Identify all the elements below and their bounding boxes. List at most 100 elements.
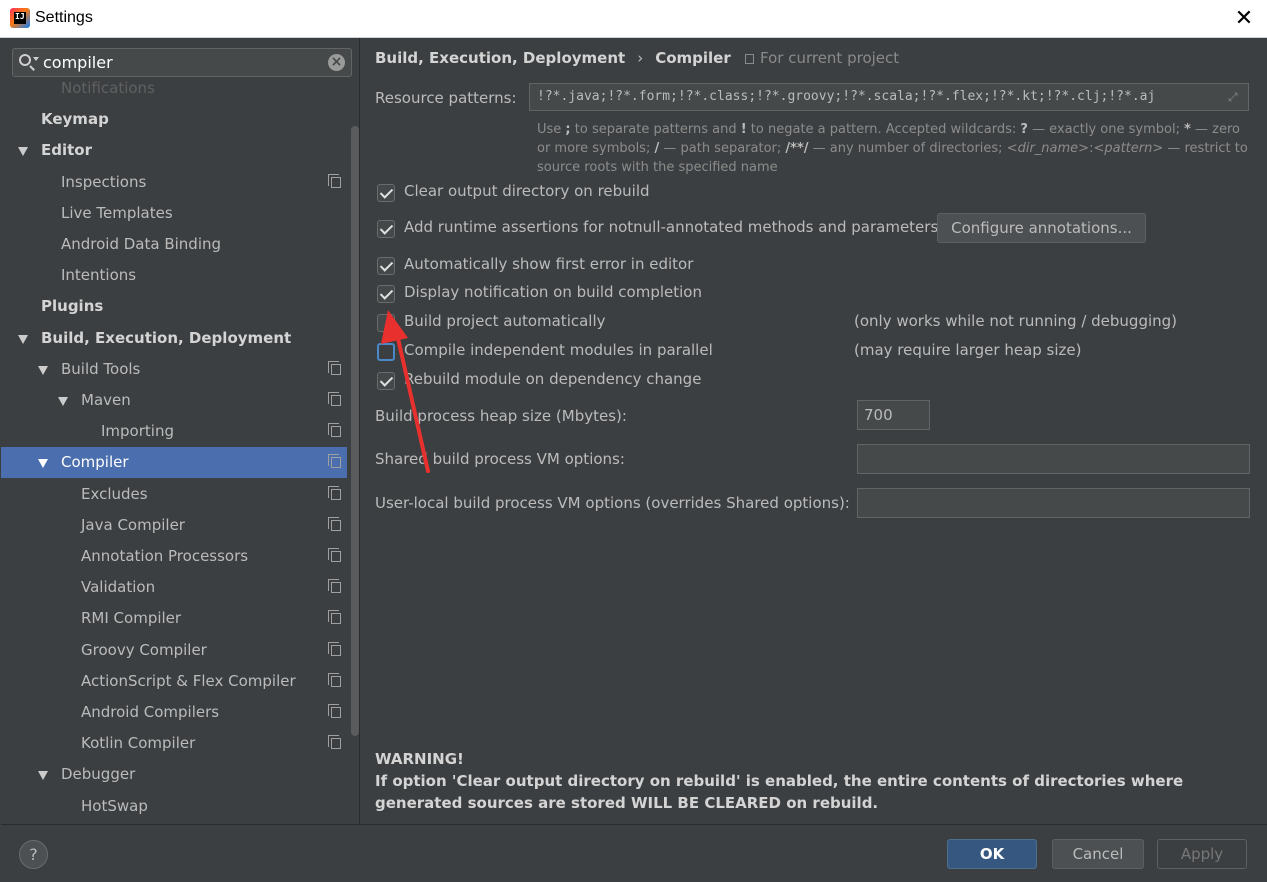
expand-arrow-icon[interactable] — [38, 771, 48, 781]
help-button[interactable]: ? — [19, 840, 48, 869]
search-icon[interactable] — [19, 54, 31, 66]
heap-size-field[interactable]: 700 — [857, 400, 930, 430]
expand-field-icon[interactable]: ⤢ — [1228, 90, 1242, 104]
tree-item-actionscript-flex-compiler[interactable]: ActionScript & Flex Compiler — [1, 666, 347, 697]
clear-output-checkbox[interactable] — [377, 184, 395, 202]
project-scope-icon — [328, 735, 341, 750]
expand-arrow-icon[interactable] — [38, 365, 48, 375]
intellij-app-icon: IJ — [10, 8, 30, 28]
tree-item-debugger[interactable]: Debugger — [1, 759, 347, 790]
project-scope-icon — [328, 579, 341, 594]
tree-item-rmi-compiler[interactable]: RMI Compiler — [1, 603, 347, 634]
tree-item-label: HotSwap — [81, 796, 148, 815]
search-input[interactable] — [43, 51, 323, 74]
tree-item-live-templates[interactable]: Live Templates — [1, 198, 347, 229]
tree-item-build-execution-deployment[interactable]: Build, Execution, Deployment — [1, 323, 347, 354]
project-scope-icon — [328, 454, 341, 469]
tree-item-compiler[interactable]: Compiler — [1, 447, 347, 479]
tree-item-groovy-compiler[interactable]: Groovy Compiler — [1, 635, 347, 666]
project-scope-icon — [328, 672, 341, 687]
tree-item-kotlin-compiler[interactable]: Kotlin Compiler — [1, 728, 347, 759]
tree-item-java-compiler[interactable]: Java Compiler — [1, 510, 347, 541]
tree-item-android-compilers[interactable]: Android Compilers — [1, 697, 347, 728]
tree-item-label: Validation — [81, 578, 156, 597]
warning-title: WARNING! — [375, 750, 464, 768]
tree-item-label: Build Tools — [61, 359, 141, 378]
project-scope-icon — [328, 548, 341, 562]
runtime-assertions-label: Add runtime assertions for notnull-annot… — [404, 218, 939, 236]
tree-item-label: Editor — [41, 141, 92, 160]
resource-patterns-value: !?*.java;!?*.form;!?*.class;!?*.groovy;!… — [537, 89, 1156, 104]
build-auto-label: Build project automatically — [404, 312, 606, 330]
tree-item-label: Compiler — [61, 453, 129, 472]
tree-item-android-data-binding[interactable]: Android Data Binding — [1, 229, 347, 260]
tree-item-label: Groovy Compiler — [81, 640, 207, 659]
tree-item-label: Build, Execution, Deployment — [41, 328, 292, 347]
tree-item-label: Android Data Binding — [61, 235, 222, 253]
compile-parallel-checkbox[interactable] — [377, 343, 395, 361]
tree-item-inspections[interactable]: Inspections — [1, 167, 347, 198]
close-icon[interactable]: ✕ — [1231, 6, 1257, 32]
tree-item-annotation-processors[interactable]: Annotation Processors — [1, 541, 347, 572]
tree-item-importing[interactable]: Importing — [1, 416, 347, 447]
tree-item-validation[interactable]: Validation — [1, 572, 347, 603]
rebuild-on-change-label: Rebuild module on dependency change — [404, 370, 702, 388]
sidebar-scrollbar-thumb[interactable] — [351, 126, 359, 736]
notify-completion-checkbox[interactable] — [377, 285, 395, 303]
project-scope-icon — [745, 54, 754, 64]
configure-annotations-button[interactable]: Configure annotations... — [937, 213, 1146, 243]
project-scope-icon — [328, 485, 341, 500]
expand-arrow-icon[interactable] — [18, 334, 28, 344]
project-scope-icon — [328, 516, 341, 531]
rebuild-on-change-checkbox[interactable] — [377, 372, 395, 390]
tree-item-excludes[interactable]: Excludes — [1, 479, 347, 510]
compiler-settings-panel: Build, Execution, Deployment › Compiler Fo… — [361, 38, 1267, 824]
dialog-footer: ? OK Cancel Apply — [1, 824, 1267, 882]
tree-item-notifications[interactable]: Notifications — [1, 73, 347, 104]
tree-item-label: Annotation Processors — [81, 547, 249, 565]
runtime-assertions-checkbox[interactable] — [377, 220, 395, 238]
cancel-button[interactable]: Cancel — [1052, 839, 1144, 869]
tree-item-label: Keymap — [41, 110, 109, 129]
tree-item-editor[interactable]: Editor — [1, 135, 347, 166]
apply-button[interactable]: Apply — [1157, 839, 1247, 869]
tree-item-build-tools[interactable]: Build Tools — [1, 354, 347, 385]
project-scope-icon — [328, 360, 341, 375]
show-first-error-label: Automatically show first error in editor — [404, 255, 694, 273]
expand-arrow-icon[interactable] — [58, 397, 68, 406]
warning-message: WARNING! If option 'Clear output directo… — [375, 748, 1255, 814]
clear-search-icon[interactable]: × — [328, 54, 345, 71]
tree-item-maven[interactable]: Maven — [1, 385, 347, 416]
shared-vm-field[interactable] — [857, 444, 1250, 474]
tree-item-label: Inspections — [61, 172, 147, 191]
project-scope-icon — [328, 610, 341, 625]
search-history-caret-icon[interactable] — [33, 57, 39, 61]
show-first-error-checkbox[interactable] — [377, 257, 395, 275]
heap-size-label: Build process heap size (Mbytes): — [375, 407, 627, 425]
compile-parallel-label: Compile independent modules in parallel — [404, 341, 713, 359]
resource-patterns-field[interactable]: !?*.java;!?*.form;!?*.class;!?*.groovy;!… — [529, 83, 1249, 111]
build-auto-checkbox[interactable] — [377, 314, 395, 332]
tree-item-label: Live Templates — [61, 203, 173, 222]
tree-item-keymap[interactable]: Keymap — [1, 104, 347, 135]
scope-label: For current project — [760, 49, 900, 67]
tree-item-intentions[interactable]: Intentions — [1, 260, 347, 291]
expand-arrow-icon[interactable] — [38, 459, 48, 469]
ok-button[interactable]: OK — [947, 839, 1037, 869]
tree-item-label: Android Compilers — [81, 703, 220, 721]
sidebar-scrollbar[interactable] — [349, 126, 359, 736]
user-vm-field[interactable] — [857, 488, 1250, 518]
tree-item-plugins[interactable]: Plugins — [1, 291, 347, 322]
tree-item-label: Maven — [81, 391, 131, 409]
tree-item-label: Notifications — [61, 79, 155, 97]
project-scope-icon — [328, 704, 341, 718]
notify-completion-label: Display notification on build completion — [404, 283, 702, 301]
compile-parallel-note: (may require larger heap size) — [854, 341, 1082, 359]
project-scope-icon — [328, 423, 341, 438]
tree-item-label: Intentions — [61, 266, 137, 285]
settings-sidebar: × Notifications Keymap Editor Inspections Li… — [1, 38, 360, 824]
expand-arrow-icon[interactable] — [18, 147, 28, 157]
tree-item-label: Kotlin Compiler — [81, 734, 196, 753]
title-bar: IJ Settings ✕ — [0, 0, 1267, 38]
tree-item-hotswap[interactable]: HotSwap — [1, 791, 347, 822]
